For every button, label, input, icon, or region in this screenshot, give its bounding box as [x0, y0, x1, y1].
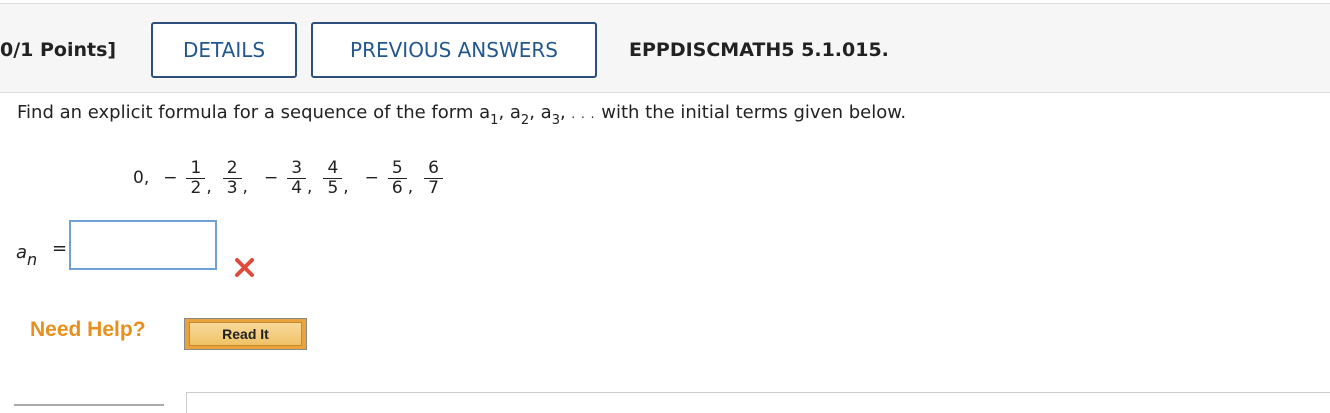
points-label: 0/1 Points] [0, 39, 117, 61]
minus-sign: − [364, 168, 379, 188]
read-it-label: Read It [189, 322, 302, 346]
denominator: 2 [190, 177, 202, 198]
equals-sign: = [52, 238, 68, 259]
numerator: 6 [428, 157, 439, 178]
fraction-terms: −1 2, 2 3, −3 4, 4 5, −5 6, 6 7 [157, 157, 444, 198]
denominator: 6 [391, 177, 403, 198]
question-prompt: Find an explicit formula for a sequence … [17, 102, 907, 128]
answer-sub: n [27, 250, 38, 269]
sequence-term: −3 4, [258, 157, 322, 198]
fraction: 34 [287, 157, 307, 198]
numerator: 4 [327, 157, 339, 178]
sequence-term: 45, [322, 157, 358, 198]
details-button[interactable]: DETAILS [151, 22, 297, 78]
prompt-text-before: Find an explicit formula for a sequence … [17, 102, 480, 123]
answer-input[interactable] [69, 220, 217, 270]
seq-var-a2: a [509, 102, 521, 123]
first-term: 0, [133, 168, 150, 188]
fraction: 67 [424, 157, 443, 198]
answer-label: an [16, 242, 37, 269]
numerator: 5 [391, 157, 403, 178]
numerator: 2 [226, 157, 238, 178]
sequence-term: 23, [222, 157, 258, 198]
fraction: 45 [323, 157, 343, 198]
fraction: 56 [387, 157, 407, 198]
minus-sign: − [263, 168, 279, 188]
seq-var-a3: a [540, 102, 552, 123]
comma: , [307, 177, 313, 197]
problem-code: EPPDISCMATH5 5.1.015. [629, 39, 889, 61]
denominator: 4 [291, 177, 303, 198]
numerator: 1 [190, 157, 202, 178]
seq-var-a1: a [479, 102, 491, 123]
need-help-label: Need Help? [30, 318, 146, 341]
denominator: 7 [428, 177, 439, 198]
bottom-left-fragment [14, 404, 164, 412]
numerator: 3 [291, 157, 303, 178]
prompt-ellipsis: . . . [571, 107, 596, 121]
question-header: 0/1 Points] DETAILS PREVIOUS ANSWERS EPP… [0, 4, 1330, 93]
sequence-terms: 0, −1 2, 2 3, −3 4, 4 5, −5 6, 6 7 [133, 150, 444, 206]
prompt-text-after: with the initial terms given below. [595, 102, 907, 123]
fraction: 12 [186, 157, 206, 198]
denominator: 3 [226, 177, 238, 198]
seq-sub-3: 3 [551, 113, 560, 128]
comma: , [206, 177, 212, 197]
sequence-term: −5 6, [359, 157, 423, 198]
read-it-button[interactable]: Read It [184, 318, 307, 350]
seq-sub-2: 2 [520, 113, 530, 128]
comma: , [242, 177, 248, 197]
comma: , [343, 177, 349, 197]
fraction: 23 [222, 157, 242, 198]
denominator: 5 [327, 177, 339, 198]
minus-sign: − [163, 168, 178, 188]
sequence-term: 67 [423, 157, 444, 198]
incorrect-x-icon [233, 255, 257, 283]
sequence-term: −1 2, [157, 157, 221, 198]
answer-var: a [16, 242, 28, 263]
previous-answers-button[interactable]: PREVIOUS ANSWERS [311, 22, 597, 78]
comma: , [407, 177, 414, 197]
